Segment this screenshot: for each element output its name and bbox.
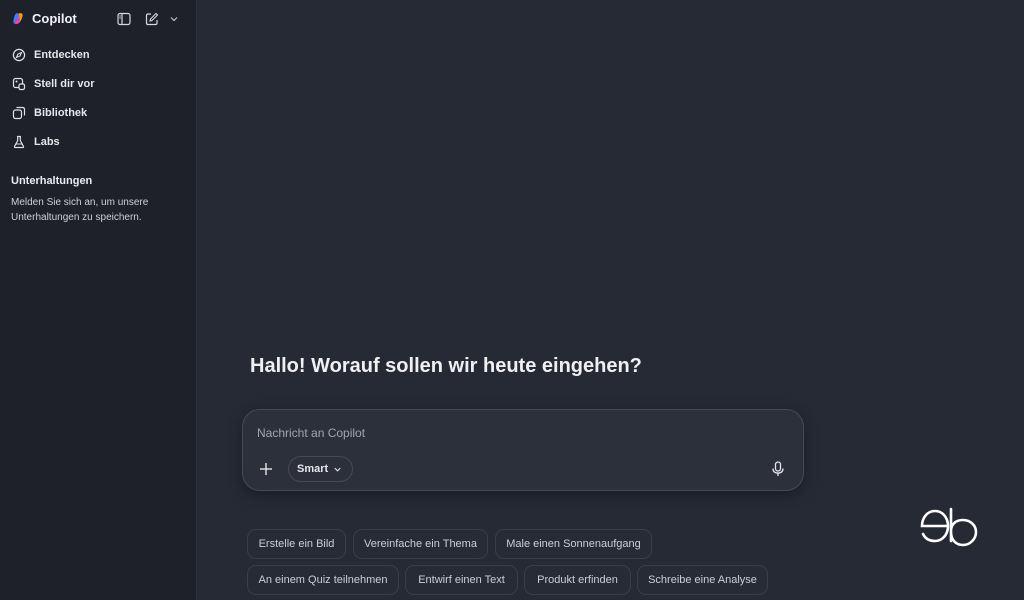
conversations-heading: Unterhaltungen xyxy=(11,175,93,187)
sidebar-header: Copilot xyxy=(0,0,197,38)
suggestion-chip-schreibe-eine-analyse[interactable]: Schreibe eine Analyse xyxy=(637,565,768,595)
chevron-down-icon xyxy=(334,467,341,472)
eb-watermark-logo xyxy=(920,507,978,547)
greeting-title: Hallo! Worauf sollen wir heute eingehen? xyxy=(250,355,642,377)
suggestion-chip-vereinfache-ein-thema[interactable]: Vereinfache ein Thema xyxy=(353,529,488,559)
sidebar-item-label: Bibliothek xyxy=(34,106,88,119)
suggestion-chip-quiz-teilnehmen[interactable]: An einem Quiz teilnehmen xyxy=(247,565,399,595)
new-chat-icon[interactable] xyxy=(144,11,160,27)
library-icon xyxy=(11,105,26,120)
copilot-logo-icon xyxy=(13,13,23,25)
message-input[interactable] xyxy=(257,424,737,442)
suggestion-chip-erstelle-ein-bild[interactable]: Erstelle ein Bild xyxy=(247,529,346,559)
sidebar-item-label: Labs xyxy=(34,135,60,148)
sidebar-nav: Entdecken Stell dir vor Bibliothek Labs xyxy=(0,40,197,156)
suggestion-chip-entwirf-einen-text[interactable]: Entwirf einen Text xyxy=(405,565,518,595)
image-create-icon xyxy=(11,76,26,91)
compass-icon xyxy=(11,47,26,62)
sidebar-item-stell-dir-vor[interactable]: Stell dir vor xyxy=(0,69,197,98)
sidebar: Copilot Entdecken Stell dir vor Biblioth… xyxy=(0,0,197,600)
suggestion-chip-male-einen-sonnenaufgang[interactable]: Male einen Sonnenaufgang xyxy=(495,529,652,559)
suggestion-chip-produkt-erfinden[interactable]: Produkt erfinden xyxy=(524,565,631,595)
chevron-down-icon[interactable] xyxy=(166,11,182,27)
message-composer: Smart xyxy=(242,409,804,491)
mode-label: Smart xyxy=(297,463,329,475)
sidebar-item-entdecken[interactable]: Entdecken xyxy=(0,40,197,69)
sidebar-item-label: Stell dir vor xyxy=(34,77,95,90)
sidebar-item-bibliothek[interactable]: Bibliothek xyxy=(0,98,197,127)
add-attachment-button[interactable] xyxy=(253,456,279,482)
app-name: Copilot xyxy=(32,11,77,26)
copilot-brand[interactable]: Copilot xyxy=(11,11,77,26)
microphone-icon xyxy=(772,461,784,476)
conversations-signin-hint: Melden Sie sich an, um unsere Unterhaltu… xyxy=(11,197,149,223)
plus-icon xyxy=(260,463,272,475)
flask-icon xyxy=(11,134,26,149)
sidebar-item-label: Entdecken xyxy=(34,48,90,61)
mode-selector-button[interactable]: Smart xyxy=(288,456,354,482)
sidebar-toggle-icon[interactable] xyxy=(116,11,132,27)
microphone-button[interactable] xyxy=(767,458,789,480)
sidebar-item-labs[interactable]: Labs xyxy=(0,127,197,156)
